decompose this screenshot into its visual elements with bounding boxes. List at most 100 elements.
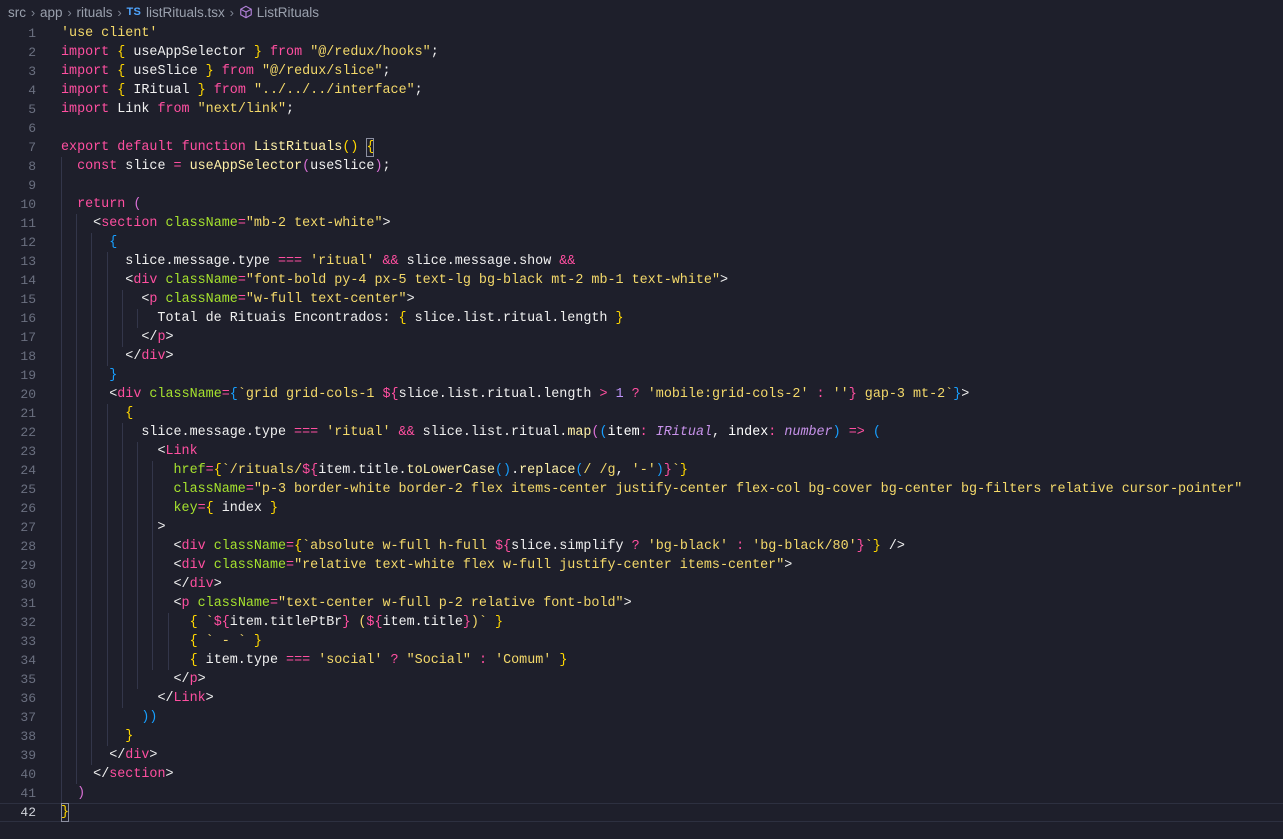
code-line[interactable]: 17 </p> bbox=[0, 328, 1283, 347]
code-line[interactable]: 39 </div> bbox=[0, 746, 1283, 765]
chevron-right-icon: › bbox=[117, 4, 122, 20]
code-line[interactable]: 9 bbox=[0, 176, 1283, 195]
line-number: 20 bbox=[20, 387, 36, 402]
code-line[interactable]: 35 </p> bbox=[0, 670, 1283, 689]
code-line[interactable]: 26 key={ index } bbox=[0, 499, 1283, 518]
code-line[interactable]: 1 'use client' bbox=[0, 24, 1283, 43]
code-line[interactable]: 42} bbox=[0, 803, 1283, 822]
code-line[interactable]: 4 import { IRitual } from "../../../inter… bbox=[0, 81, 1283, 100]
code-line[interactable]: 15 <p className="w-full text-center"> bbox=[0, 290, 1283, 309]
code-token: Link bbox=[165, 444, 198, 459]
code-line[interactable]: 19 } bbox=[0, 366, 1283, 385]
breadcrumb-item-symbol[interactable]: ListRituals bbox=[257, 5, 319, 20]
code-token: `absolute w-full h-full bbox=[302, 539, 495, 554]
code-token: slice.message.type bbox=[61, 425, 295, 440]
code-line[interactable]: 18 </div> bbox=[0, 347, 1283, 366]
line-code: </div> bbox=[61, 347, 173, 366]
breadcrumb-item-file[interactable]: listRituals.tsx bbox=[146, 5, 225, 20]
code-line[interactable]: 40 </section> bbox=[0, 765, 1283, 784]
code-line[interactable]: 20 <div className={`grid grid-cols-1 ${s… bbox=[0, 385, 1283, 404]
code-line[interactable]: 2 import { useAppSelector } from "@/redux… bbox=[0, 43, 1283, 62]
code-line[interactable]: 25 className="p-3 border-white border-2 … bbox=[0, 480, 1283, 499]
line-code: key={ index } bbox=[61, 499, 279, 518]
code-editor[interactable]: 1 'use client' 2 import { useAppSelector } … bbox=[0, 24, 1283, 839]
code-line[interactable]: 30 </div> bbox=[0, 575, 1283, 594]
code-token: useSlice bbox=[310, 159, 375, 174]
breadcrumb-item-rituals[interactable]: rituals bbox=[77, 5, 113, 20]
code-token: = bbox=[197, 501, 206, 516]
code-token: . bbox=[511, 463, 520, 478]
code-line[interactable]: 6 bbox=[0, 119, 1283, 138]
code-token: from bbox=[221, 64, 254, 79]
line-code: </div> bbox=[61, 575, 222, 594]
code-line[interactable]: 27 > bbox=[0, 518, 1283, 537]
code-token: )) bbox=[141, 710, 158, 725]
code-line[interactable]: 21 { bbox=[0, 404, 1283, 423]
code-line[interactable]: 3 import { useSlice } from "@/redux/slice… bbox=[0, 62, 1283, 81]
code-line[interactable]: 28 <div className={`absolute w-full h-fu… bbox=[0, 537, 1283, 556]
code-token: } bbox=[495, 615, 504, 630]
code-line[interactable]: 10 return ( bbox=[0, 195, 1283, 214]
code-token: > bbox=[165, 330, 174, 345]
code-line[interactable]: 41 ) bbox=[0, 784, 1283, 803]
code-line[interactable]: 29 <div className="relative text-white f… bbox=[0, 556, 1283, 575]
indent-guide bbox=[121, 423, 123, 708]
line-code: { bbox=[61, 233, 117, 252]
indent-guide bbox=[61, 157, 62, 803]
line-code: ) bbox=[61, 784, 85, 803]
code-token: slice.message.show bbox=[398, 254, 560, 269]
code-line[interactable]: 13 slice.message.type === 'ritual' && sl… bbox=[0, 252, 1283, 271]
code-line[interactable]: 33 { ` - ` } bbox=[0, 632, 1283, 651]
code-token: > bbox=[599, 387, 608, 402]
code-line[interactable]: 14 <div className="font-bold py-4 px-5 t… bbox=[0, 271, 1283, 290]
code-token: className bbox=[173, 482, 246, 497]
code-token: ) bbox=[77, 786, 86, 801]
code-token: div bbox=[125, 748, 150, 763]
line-code: <div className="font-bold py-4 px-5 text… bbox=[61, 271, 728, 290]
code-token: '' bbox=[832, 387, 849, 402]
code-line[interactable]: 12 { bbox=[0, 233, 1283, 252]
code-token: { bbox=[366, 138, 375, 157]
code-token: { bbox=[109, 235, 118, 250]
code-token: 'bg-black/80' bbox=[752, 539, 857, 554]
code-line[interactable]: 16 Total de Rituais Encontrados: { slice… bbox=[0, 309, 1283, 328]
breadcrumb-item-app[interactable]: app bbox=[40, 5, 63, 20]
code-token: item.title. bbox=[318, 463, 407, 478]
code-token: ${ bbox=[213, 615, 230, 630]
code-token: 1 bbox=[615, 387, 624, 402]
code-line[interactable]: 11 <section className="mb-2 text-white"> bbox=[0, 214, 1283, 233]
code-token: </ bbox=[109, 748, 126, 763]
code-line[interactable]: 5 import Link from "next/link"; bbox=[0, 100, 1283, 119]
code-token: div bbox=[117, 387, 142, 402]
code-line[interactable]: 8 const slice = useAppSelector(useSlice)… bbox=[0, 157, 1283, 176]
code-line[interactable]: 36 </Link> bbox=[0, 689, 1283, 708]
code-line[interactable]: 37 )) bbox=[0, 708, 1283, 727]
code-token: 'social' bbox=[318, 653, 383, 668]
breadcrumb-item-src[interactable]: src bbox=[8, 5, 26, 20]
code-line[interactable]: 32 { `${item.titlePtBr} (${item.title})`… bbox=[0, 613, 1283, 632]
code-line[interactable]: 34 { item.type === 'social' ? "Social" :… bbox=[0, 651, 1283, 670]
line-number: 31 bbox=[20, 596, 36, 611]
code-line[interactable]: 7 export default function ListRituals() { bbox=[0, 138, 1283, 157]
code-token: 'use client' bbox=[61, 26, 158, 41]
code-token: div bbox=[189, 577, 214, 592]
code-line[interactable]: 24 href={`/rituals/${item.title.toLowerC… bbox=[0, 461, 1283, 480]
code-line[interactable]: 31 <p className="text-center w-full p-2 … bbox=[0, 594, 1283, 613]
code-token: < bbox=[173, 596, 182, 611]
code-token: > bbox=[205, 691, 214, 706]
code-line[interactable]: 22 slice.message.type === 'ritual' && sl… bbox=[0, 423, 1283, 442]
code-line[interactable]: 38 } bbox=[0, 727, 1283, 746]
code-line[interactable]: 23 <Link bbox=[0, 442, 1283, 461]
code-token: 'ritual' bbox=[310, 254, 375, 269]
chevron-right-icon: › bbox=[229, 4, 234, 20]
